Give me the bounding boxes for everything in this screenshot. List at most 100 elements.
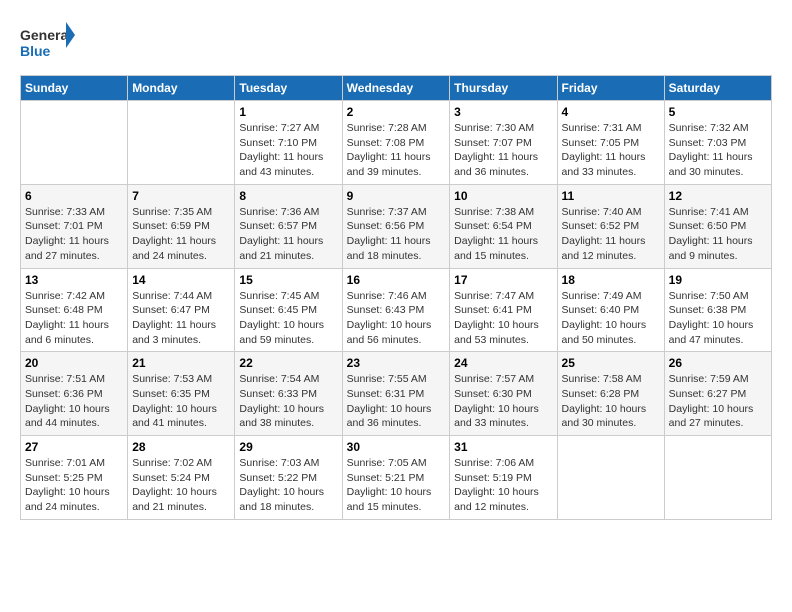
day-info: Sunrise: 7:37 AMSunset: 6:56 PMDaylight:… — [347, 205, 446, 264]
daylight-text: Daylight: 10 hours and 27 minutes. — [669, 402, 767, 431]
daylight-text: Daylight: 11 hours and 21 minutes. — [239, 234, 337, 263]
sunset-text: Sunset: 6:57 PM — [239, 219, 337, 234]
sunset-text: Sunset: 5:21 PM — [347, 471, 446, 486]
day-number: 16 — [347, 273, 446, 287]
day-cell — [128, 101, 235, 185]
sunrise-text: Sunrise: 7:50 AM — [669, 289, 767, 304]
day-info: Sunrise: 7:05 AMSunset: 5:21 PMDaylight:… — [347, 456, 446, 515]
day-info: Sunrise: 7:02 AMSunset: 5:24 PMDaylight:… — [132, 456, 230, 515]
day-cell: 17Sunrise: 7:47 AMSunset: 6:41 PMDayligh… — [450, 268, 557, 352]
sunset-text: Sunset: 7:03 PM — [669, 136, 767, 151]
day-info: Sunrise: 7:49 AMSunset: 6:40 PMDaylight:… — [562, 289, 660, 348]
sunrise-text: Sunrise: 7:02 AM — [132, 456, 230, 471]
weekday-header-wednesday: Wednesday — [342, 76, 450, 101]
weekday-header-saturday: Saturday — [664, 76, 771, 101]
day-number: 1 — [239, 105, 337, 119]
day-cell: 22 Sunrise: 7:54 AMSunset: 6:33 PMDayligh… — [235, 352, 342, 436]
day-number: 6 — [25, 189, 123, 203]
sunrise-text: Sunrise: 7:42 AM — [25, 289, 123, 304]
day-info: Sunrise: 7:38 AMSunset: 6:54 PMDaylight:… — [454, 205, 552, 264]
day-cell: 6Sunrise: 7:33 AMSunset: 7:01 PMDaylight… — [21, 184, 128, 268]
daylight-text: Daylight: 11 hours and 3 minutes. — [132, 318, 230, 347]
sunrise-text: Sunrise: 7:01 AM — [25, 456, 123, 471]
logo-svg: GeneralBlue — [20, 20, 75, 65]
sunset-text: Sunset: 6:33 PM — [239, 387, 337, 402]
day-info: Sunrise: 7:59 AMSunset: 6:27 PMDaylight:… — [669, 372, 767, 431]
day-info: Sunrise: 7:42 AMSunset: 6:48 PMDaylight:… — [25, 289, 123, 348]
page-header: GeneralBlue — [20, 20, 772, 65]
svg-text:General: General — [20, 27, 72, 43]
day-number: 2 — [347, 105, 446, 119]
day-info: Sunrise: 7:53 AMSunset: 6:35 PMDaylight:… — [132, 372, 230, 431]
day-number: 30 — [347, 440, 446, 454]
sunrise-text: Sunrise: 7:03 AM — [239, 456, 337, 471]
daylight-text: Daylight: 10 hours and 50 minutes. — [562, 318, 660, 347]
day-info: Sunrise: 7:06 AMSunset: 5:19 PMDaylight:… — [454, 456, 552, 515]
day-cell — [664, 436, 771, 520]
sunrise-text: Sunrise: 7:33 AM — [25, 205, 123, 220]
day-number: 18 — [562, 273, 660, 287]
logo: GeneralBlue — [20, 20, 75, 65]
sunrise-text: Sunrise: 7:46 AM — [347, 289, 446, 304]
sunrise-text: Sunrise: 7:51 AM — [25, 372, 123, 387]
day-number: 23 — [347, 356, 446, 370]
sunset-text: Sunset: 6:56 PM — [347, 219, 446, 234]
day-cell: 20Sunrise: 7:51 AMSunset: 6:36 PMDayligh… — [21, 352, 128, 436]
day-cell: 21Sunrise: 7:53 AMSunset: 6:35 PMDayligh… — [128, 352, 235, 436]
day-number: 31 — [454, 440, 552, 454]
day-cell: 7Sunrise: 7:35 AMSunset: 6:59 PMDaylight… — [128, 184, 235, 268]
day-info: Sunrise: 7:54 AMSunset: 6:33 PMDaylight:… — [239, 372, 337, 431]
day-cell: 18 Sunrise: 7:49 AMSunset: 6:40 PMDayligh… — [557, 268, 664, 352]
day-info: Sunrise: 7:45 AMSunset: 6:45 PMDaylight:… — [239, 289, 337, 348]
day-number: 22 — [239, 356, 337, 370]
day-info: Sunrise: 7:32 AMSunset: 7:03 PMDaylight:… — [669, 121, 767, 180]
sunset-text: Sunset: 5:24 PM — [132, 471, 230, 486]
day-number: 9 — [347, 189, 446, 203]
day-number: 19 — [669, 273, 767, 287]
sunrise-text: Sunrise: 7:31 AM — [562, 121, 660, 136]
day-cell: 12 Sunrise: 7:41 AMSunset: 6:50 PMDayligh… — [664, 184, 771, 268]
day-info: Sunrise: 7:47 AMSunset: 6:41 PMDaylight:… — [454, 289, 552, 348]
sunset-text: Sunset: 7:10 PM — [239, 136, 337, 151]
sunrise-text: Sunrise: 7:58 AM — [562, 372, 660, 387]
daylight-text: Daylight: 11 hours and 18 minutes. — [347, 234, 446, 263]
daylight-text: Daylight: 10 hours and 56 minutes. — [347, 318, 446, 347]
sunset-text: Sunset: 6:38 PM — [669, 303, 767, 318]
day-cell: 10 Sunrise: 7:38 AMSunset: 6:54 PMDayligh… — [450, 184, 557, 268]
weekday-header-friday: Friday — [557, 76, 664, 101]
day-cell: 30 Sunrise: 7:05 AMSunset: 5:21 PMDayligh… — [342, 436, 450, 520]
svg-text:Blue: Blue — [20, 43, 51, 59]
daylight-text: Daylight: 10 hours and 38 minutes. — [239, 402, 337, 431]
day-cell: 8Sunrise: 7:36 AMSunset: 6:57 PMDaylight… — [235, 184, 342, 268]
sunrise-text: Sunrise: 7:53 AM — [132, 372, 230, 387]
sunset-text: Sunset: 6:28 PM — [562, 387, 660, 402]
sunrise-text: Sunrise: 7:38 AM — [454, 205, 552, 220]
day-cell: 31 Sunrise: 7:06 AMSunset: 5:19 PMDayligh… — [450, 436, 557, 520]
daylight-text: Daylight: 11 hours and 36 minutes. — [454, 150, 552, 179]
day-info: Sunrise: 7:01 AMSunset: 5:25 PMDaylight:… — [25, 456, 123, 515]
day-cell: 16Sunrise: 7:46 AMSunset: 6:43 PMDayligh… — [342, 268, 450, 352]
day-number: 10 — [454, 189, 552, 203]
day-info: Sunrise: 7:44 AMSunset: 6:47 PMDaylight:… — [132, 289, 230, 348]
day-info: Sunrise: 7:50 AMSunset: 6:38 PMDaylight:… — [669, 289, 767, 348]
day-info: Sunrise: 7:03 AMSunset: 5:22 PMDaylight:… — [239, 456, 337, 515]
sunrise-text: Sunrise: 7:41 AM — [669, 205, 767, 220]
daylight-text: Daylight: 11 hours and 30 minutes. — [669, 150, 767, 179]
day-number: 28 — [132, 440, 230, 454]
day-number: 12 — [669, 189, 767, 203]
sunset-text: Sunset: 6:41 PM — [454, 303, 552, 318]
day-info: Sunrise: 7:40 AMSunset: 6:52 PMDaylight:… — [562, 205, 660, 264]
day-number: 27 — [25, 440, 123, 454]
sunrise-text: Sunrise: 7:36 AM — [239, 205, 337, 220]
daylight-text: Daylight: 10 hours and 36 minutes. — [347, 402, 446, 431]
sunrise-text: Sunrise: 7:47 AM — [454, 289, 552, 304]
day-number: 5 — [669, 105, 767, 119]
sunrise-text: Sunrise: 7:28 AM — [347, 121, 446, 136]
daylight-text: Daylight: 10 hours and 53 minutes. — [454, 318, 552, 347]
sunset-text: Sunset: 6:52 PM — [562, 219, 660, 234]
day-info: Sunrise: 7:41 AMSunset: 6:50 PMDaylight:… — [669, 205, 767, 264]
week-row-1: 1Sunrise: 7:27 AMSunset: 7:10 PMDaylight… — [21, 101, 772, 185]
sunset-text: Sunset: 7:08 PM — [347, 136, 446, 151]
sunset-text: Sunset: 6:47 PM — [132, 303, 230, 318]
day-info: Sunrise: 7:55 AMSunset: 6:31 PMDaylight:… — [347, 372, 446, 431]
